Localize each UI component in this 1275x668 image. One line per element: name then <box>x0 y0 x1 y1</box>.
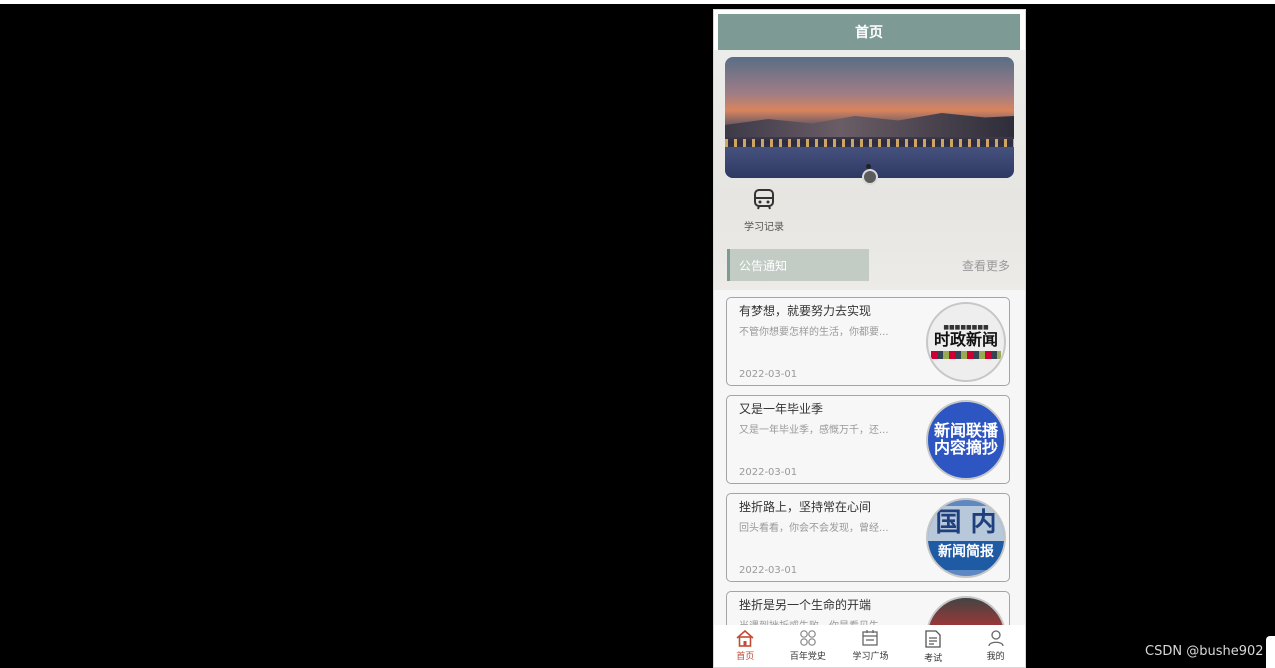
tab-label: 百年党史 <box>789 652 826 662</box>
news-title: 挫折是另一个生命的开端 <box>739 598 872 612</box>
news-title: 又是一年毕业季 <box>739 402 824 416</box>
study-record-label: 学习记录 <box>744 222 784 233</box>
banner-lights <box>725 139 1014 147</box>
study-record-entry[interactable]: 学习记录 <box>734 186 794 233</box>
news-date: 2022-03-01 <box>739 565 798 576</box>
news-title: 有梦想，就要努力去实现 <box>739 304 872 318</box>
grid-icon <box>800 630 816 646</box>
news-date: 2022-03-01 <box>739 369 798 380</box>
notice-section-title: 公告通知 <box>727 249 869 281</box>
home-icon <box>736 629 754 647</box>
thumb-strip <box>931 350 1001 359</box>
tab-study-square[interactable]: 学习广场 <box>840 629 900 662</box>
news-title: 挫折路上，坚持常在心间 <box>739 500 872 514</box>
bottom-tabbar: 首页 百年党史 学习广场 考试 我的 <box>714 625 1025 667</box>
thumb-subheading: 内容摘抄 <box>933 438 998 457</box>
top-edge <box>0 0 1275 4</box>
phone-screen: 首页 学习记录 公告通知 查看更多 有梦想，就要努力去实现 不管你想要怎样的生活… <box>713 9 1026 668</box>
tab-label: 学习广场 <box>852 652 889 662</box>
bus-icon <box>754 189 774 210</box>
news-summary: 又是一年毕业季，感慨万千，还... <box>739 425 889 436</box>
carousel-knob[interactable] <box>862 169 878 185</box>
corner-edge <box>1266 636 1275 668</box>
tab-exam[interactable]: 考试 <box>903 629 963 664</box>
watermark: CSDN @bushe902 <box>1145 644 1264 659</box>
banner-carousel[interactable] <box>725 57 1014 178</box>
tab-party-history[interactable]: 百年党史 <box>778 629 838 662</box>
news-list: 有梦想，就要努力去实现 不管你想要怎样的生活，你都要... 2022-03-01… <box>714 290 1025 667</box>
news-thumbnail: 国 内 新闻简报 <box>926 498 1006 578</box>
user-icon <box>988 630 1004 647</box>
calendar-icon <box>862 630 879 646</box>
banner-hills <box>725 113 1014 137</box>
news-thumbnail: 新闻联播 内容摘抄 <box>926 400 1006 480</box>
news-card[interactable]: 有梦想，就要努力去实现 不管你想要怎样的生活，你都要... 2022-03-01… <box>726 297 1010 386</box>
news-date: 2022-03-01 <box>739 467 798 478</box>
tab-label: 我的 <box>986 652 1005 662</box>
view-more-link[interactable]: 查看更多 <box>962 257 1010 274</box>
news-card[interactable]: 挫折路上，坚持常在心间 回头看看，你会不会发现，曾经... 2022-03-01… <box>726 493 1010 582</box>
thumb-heading: 时政新闻 <box>933 329 998 349</box>
thumb-heading: 国 内 <box>928 506 1004 542</box>
tab-home[interactable]: 首页 <box>715 629 775 662</box>
thumb-subheading: 新闻简报 <box>928 541 1004 570</box>
document-icon <box>925 630 941 648</box>
news-card[interactable]: 又是一年毕业季 又是一年毕业季，感慨万千，还... 2022-03-01 新闻联… <box>726 395 1010 484</box>
tab-mine[interactable]: 我的 <box>966 629 1025 662</box>
page-title: 首页 <box>718 14 1020 50</box>
tab-label: 首页 <box>736 652 755 662</box>
news-summary: 不管你想要怎样的生活，你都要... <box>739 327 889 338</box>
tab-label: 考试 <box>924 654 943 664</box>
news-summary: 回头看看，你会不会发现，曾经... <box>739 523 889 534</box>
news-thumbnail: ■■■■■■■■ 时政新闻 <box>926 302 1006 382</box>
